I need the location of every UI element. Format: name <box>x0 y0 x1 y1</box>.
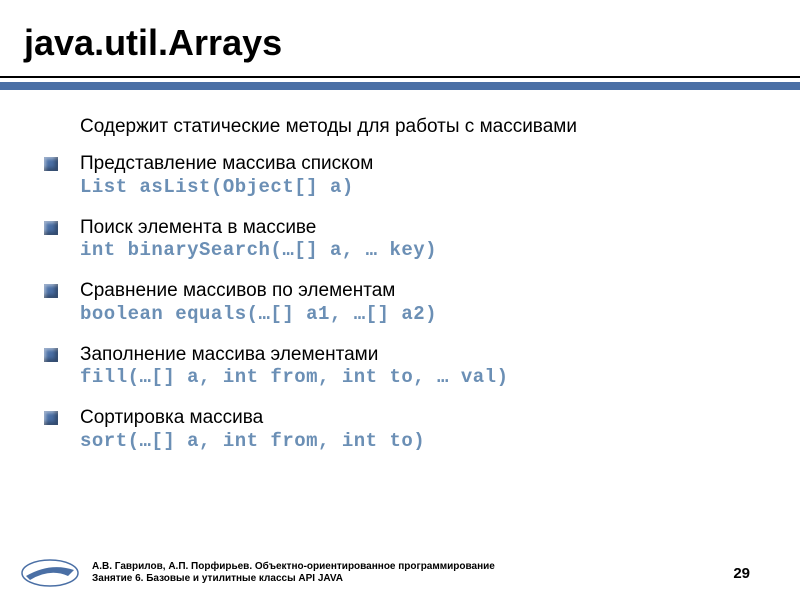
footer-logo-icon <box>20 558 80 588</box>
bullet-icon <box>44 348 58 362</box>
item-code: int binarySearch(…[] a, … key) <box>80 239 760 263</box>
bullet-icon <box>44 284 58 298</box>
intro-text: Содержит статические методы для работы с… <box>80 116 760 138</box>
content-area: Содержит статические методы для работы с… <box>0 102 800 454</box>
item-code: boolean equals(…[] a1, …[] a2) <box>80 303 760 327</box>
footer-line1: А.В. Гаврилов, А.П. Порфирьев. Объектно-… <box>92 561 733 574</box>
item-text: Представление массива списком <box>80 152 760 176</box>
list-item: Заполнение массива элементами fill(…[] a… <box>44 343 760 391</box>
bullet-icon <box>44 411 58 425</box>
list-item: Сравнение массивов по элементам boolean … <box>44 279 760 327</box>
list-item: Сортировка массива sort(…[] a, int from,… <box>44 406 760 454</box>
page-number: 29 <box>733 565 750 582</box>
title-underline <box>0 76 800 78</box>
item-text: Поиск элемента в массиве <box>80 216 760 240</box>
item-code: fill(…[] a, int from, int to, … val) <box>80 366 760 390</box>
item-code: sort(…[] a, int from, int to) <box>80 430 760 454</box>
footer: А.В. Гаврилов, А.П. Порфирьев. Объектно-… <box>20 558 780 588</box>
slide-title: java.util.Arrays <box>0 0 800 76</box>
list-item: Представление массива списком List asLis… <box>44 152 760 200</box>
accent-line <box>0 82 800 90</box>
bullet-icon <box>44 221 58 235</box>
item-text: Сортировка массива <box>80 406 760 430</box>
list-item: Поиск элемента в массиве int binarySearc… <box>44 216 760 264</box>
item-code: List asList(Object[] a) <box>80 176 760 200</box>
footer-text: А.В. Гаврилов, А.П. Порфирьев. Объектно-… <box>92 561 733 586</box>
bullet-icon <box>44 157 58 171</box>
footer-line2: Занятие 6. Базовые и утилитные классы AP… <box>92 573 733 586</box>
item-text: Сравнение массивов по элементам <box>80 279 760 303</box>
item-text: Заполнение массива элементами <box>80 343 760 367</box>
